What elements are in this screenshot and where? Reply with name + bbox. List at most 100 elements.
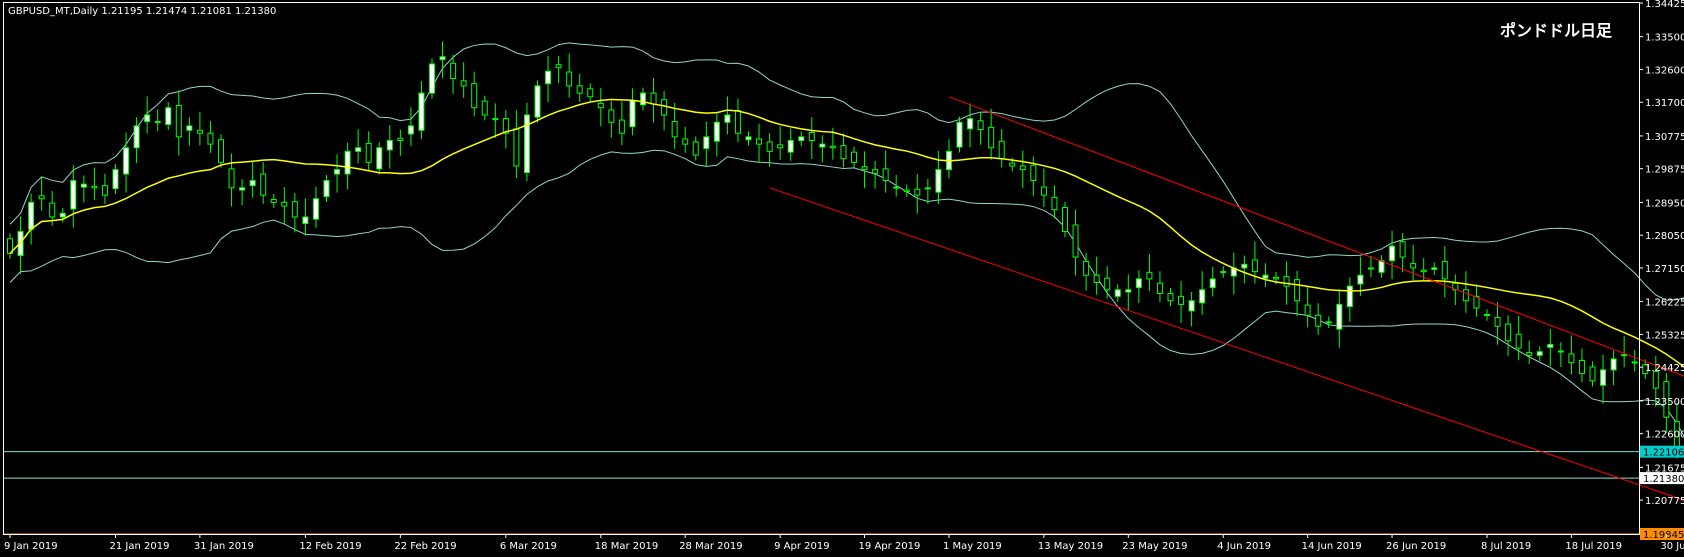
candle-body xyxy=(1325,321,1332,324)
candle-body xyxy=(682,138,689,145)
x-tick-label: 21 Jan 2019 xyxy=(110,541,170,552)
price-level-label: 1.19845 xyxy=(1643,530,1684,541)
candle-body xyxy=(450,62,457,80)
y-tick-label: 1.28050 xyxy=(1645,231,1684,242)
candle-body xyxy=(376,147,383,170)
candle-body xyxy=(1389,245,1396,262)
candle-body xyxy=(429,63,435,94)
candle-body xyxy=(1547,343,1554,348)
candle-body xyxy=(829,145,836,149)
candle-body xyxy=(1600,369,1607,386)
y-tick-label: 1.31700 xyxy=(1645,98,1684,109)
x-tick-label: 12 Feb 2019 xyxy=(299,541,361,552)
candle-body xyxy=(713,121,720,142)
candle-body xyxy=(154,121,161,124)
x-tick-label: 19 Apr 2019 xyxy=(859,541,921,552)
candle-body xyxy=(1357,274,1364,285)
candle-body xyxy=(1104,277,1111,291)
candle-body xyxy=(661,99,668,116)
y-tick-label: 1.29875 xyxy=(1645,165,1684,176)
candle-body xyxy=(787,139,794,153)
y-tick-label: 1.23500 xyxy=(1645,397,1684,408)
candle-body xyxy=(1610,358,1617,371)
candle-body xyxy=(1494,316,1501,327)
candle-body xyxy=(998,140,1005,160)
candle-body xyxy=(334,169,341,175)
candle-body xyxy=(566,71,573,87)
candle-body xyxy=(1336,303,1343,330)
candle-body xyxy=(80,183,87,188)
candle-body xyxy=(1178,295,1185,305)
candle-body xyxy=(1093,274,1100,284)
candle-body xyxy=(724,114,731,123)
x-tick-label: 31 Jan 2019 xyxy=(194,541,254,552)
candle-body xyxy=(629,99,636,128)
y-tick-label: 1.24425 xyxy=(1645,363,1684,374)
candle-body xyxy=(924,187,931,190)
candle-body xyxy=(935,169,942,193)
candle-body xyxy=(1536,351,1543,356)
candle-body xyxy=(270,198,277,203)
candle-body xyxy=(397,137,404,141)
price-chart[interactable]: 1.34425 1.33500 1.32600 1.31700 1.30775 1.298… xyxy=(0,0,1684,557)
y-tick-label: 1.30775 xyxy=(1645,132,1684,143)
candle-body xyxy=(1441,260,1448,280)
candle-body xyxy=(545,70,552,85)
candle-body xyxy=(1462,289,1469,302)
candle-body xyxy=(175,105,182,138)
x-tick-label: 23 May 2019 xyxy=(1122,541,1187,552)
candle-body xyxy=(1009,162,1016,167)
candle-body xyxy=(692,141,699,156)
candle-body xyxy=(1051,196,1058,211)
candle-body xyxy=(703,136,710,149)
candle-body xyxy=(798,136,805,141)
candle-body xyxy=(893,186,900,189)
candle-body xyxy=(49,202,56,218)
y-tick-label: 1.27150 xyxy=(1645,264,1684,275)
candle-body xyxy=(28,201,35,230)
x-tick-label: 22 Feb 2019 xyxy=(394,541,456,552)
x-tick-label: 18 Jul 2019 xyxy=(1565,541,1622,552)
candle-body xyxy=(460,80,467,87)
candle-body xyxy=(123,147,130,175)
candle-body xyxy=(808,131,815,141)
y-tick-label: 1.26225 xyxy=(1645,298,1684,309)
candle-body xyxy=(640,92,646,106)
candle-body xyxy=(1631,361,1638,364)
x-tick-label: 4 Jun 2019 xyxy=(1217,541,1271,552)
candle-body xyxy=(228,168,235,189)
candle-body xyxy=(1167,292,1174,302)
candle-body xyxy=(576,85,583,94)
candle-body xyxy=(555,64,562,69)
price-level-label: 1.21380 xyxy=(1643,474,1684,485)
candle-body xyxy=(1114,289,1121,297)
x-tick-label: 26 Jun 2019 xyxy=(1386,541,1446,552)
candle-body xyxy=(1578,359,1585,375)
candle-body xyxy=(1294,279,1301,302)
candle-body xyxy=(587,88,594,98)
x-tick-label: 9 Jan 2019 xyxy=(4,541,58,552)
x-tick-label: 6 Mar 2019 xyxy=(500,541,557,552)
candle-body xyxy=(1040,186,1047,196)
candle-body xyxy=(492,118,499,121)
candle-body xyxy=(1019,165,1026,171)
candle-body xyxy=(1367,267,1374,270)
candle-body xyxy=(323,180,330,198)
candle-body xyxy=(439,56,446,61)
candle-body xyxy=(101,185,108,196)
x-tick-label: 18 Mar 2019 xyxy=(595,541,658,552)
candle-body xyxy=(956,121,963,148)
candle-body xyxy=(1188,300,1195,312)
candle-body xyxy=(407,125,414,135)
candle-body xyxy=(144,114,151,123)
candle-body xyxy=(1304,304,1311,316)
x-tick-label: 28 Mar 2019 xyxy=(679,541,742,552)
candle-body xyxy=(1072,224,1079,258)
candle-body xyxy=(914,188,921,196)
candle-body xyxy=(1484,314,1490,317)
candle-body xyxy=(1262,274,1269,279)
candle-body xyxy=(513,128,520,167)
candle-body xyxy=(777,144,784,149)
candle-body xyxy=(1062,206,1068,233)
candle-body xyxy=(967,118,974,130)
